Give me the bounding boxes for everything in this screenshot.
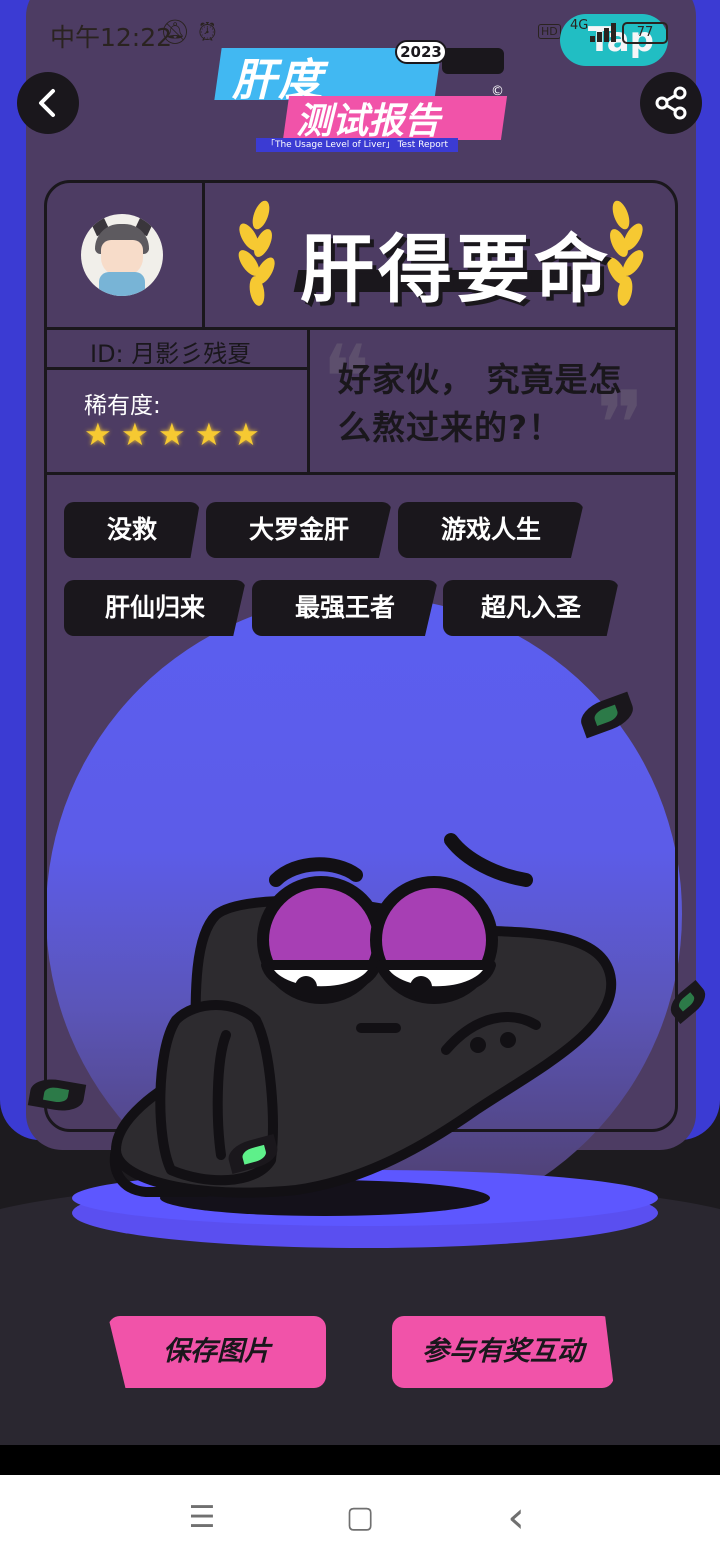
divider (46, 472, 676, 475)
chevron-left-icon (39, 89, 55, 117)
star-icon: ★ (84, 417, 112, 453)
laurel-left-icon (234, 196, 284, 308)
star-icon: ★ (195, 417, 223, 453)
app-screen: 中午12:22 🔕︎ ⏰︎ HD Tap 4G 77 肝度 2023 测试报告 … (0, 0, 720, 1560)
tired-liver-mascot (109, 833, 617, 1198)
avatar[interactable] (81, 214, 163, 296)
system-nav-bar: ☰ ▢ ‹ (0, 1475, 720, 1560)
battery-level: 77 (636, 25, 654, 40)
result-quote: 好家伙， 究竟是怎么熬过来的?！ (338, 360, 623, 447)
signal-icon (590, 22, 618, 42)
share-icon (655, 86, 687, 120)
hd-icon: HD (538, 24, 561, 39)
share-button[interactable] (640, 72, 702, 134)
logo-black-bar (442, 48, 504, 74)
tag-chip: 超凡入圣 (443, 580, 619, 636)
tag-chip: 没救 (64, 502, 200, 558)
rarity-label: 稀有度: (84, 393, 161, 419)
logo-title-line2: 测试报告 (296, 101, 441, 142)
tag-chip: 肝仙归来 (64, 580, 246, 636)
bottom-strip (0, 1445, 720, 1475)
back-button[interactable] (17, 72, 79, 134)
tag-chip: 最强王者 (252, 580, 438, 636)
divider (202, 182, 205, 328)
back-nav-icon[interactable]: ‹ (500, 1496, 532, 1540)
star-icon: ★ (121, 417, 149, 453)
bell-muted-icon: 🔕︎ (160, 18, 191, 46)
divider (307, 329, 310, 473)
network-label: 4G (570, 18, 589, 33)
copyright-icon: © (491, 84, 504, 99)
star-icon: ★ (158, 417, 186, 453)
join-event-button[interactable]: 参与有奖互动 (392, 1316, 614, 1388)
battery-icon: 77 (622, 22, 668, 44)
report-logo: 肝度 2023 测试报告 © 「The Usage Level of Liver… (212, 40, 512, 152)
menu-icon[interactable]: ☰ (186, 1503, 218, 1535)
logo-subtitle: 「The Usage Level of Liver」 Test Report (256, 138, 458, 152)
rarity-stars: ★ ★ ★ ★ ★ (84, 417, 262, 453)
tag-chip: 游戏人生 (398, 502, 584, 558)
user-id: ID: 月影彡残夏 (90, 340, 252, 368)
status-time: 中午12:22 (50, 23, 173, 52)
result-title: 肝得要命 (300, 227, 612, 313)
logo-year-badge: 2023 (395, 40, 447, 64)
tag-chip: 大罗金肝 (206, 502, 392, 558)
home-icon[interactable]: ▢ (344, 1503, 376, 1535)
save-image-button[interactable]: 保存图片 (108, 1316, 326, 1388)
star-icon: ★ (232, 417, 260, 453)
